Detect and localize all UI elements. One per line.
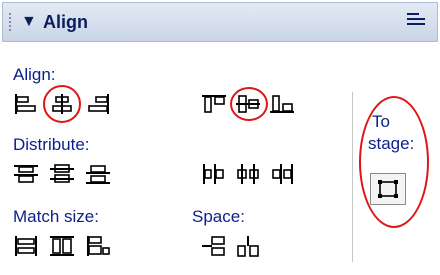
align-horizontal-center-button[interactable] xyxy=(48,92,76,116)
distribute-bottom-edge-button[interactable] xyxy=(84,162,112,186)
space-evenly-vertically-button[interactable] xyxy=(200,234,228,258)
panel-divider xyxy=(352,92,353,262)
align-top-edge-button[interactable] xyxy=(200,92,228,116)
panel-titlebar[interactable]: ▼ Align xyxy=(2,2,438,42)
distribute-vertical-center-button[interactable] xyxy=(48,162,76,186)
align-label: Align: xyxy=(13,65,56,84)
distribute-horizontal-center-button[interactable] xyxy=(234,162,262,186)
align-right-edge-button[interactable] xyxy=(84,92,112,116)
match-size-label: Match size: xyxy=(13,207,99,226)
match-height-button[interactable] xyxy=(48,234,76,258)
to-stage-label-line2: stage: xyxy=(368,134,415,153)
match-width-button[interactable] xyxy=(12,234,40,258)
distribute-label: Distribute: xyxy=(13,135,90,154)
align-bottom-edge-button[interactable] xyxy=(268,92,296,116)
panel-options-menu-icon[interactable] xyxy=(407,13,427,31)
align-left-edge-button[interactable] xyxy=(12,92,40,116)
to-stage-label-line1: To xyxy=(372,112,390,131)
collapse-arrow-icon[interactable]: ▼ xyxy=(21,13,37,31)
space-evenly-horizontally-button[interactable] xyxy=(234,234,262,258)
panel-title: Align xyxy=(43,12,88,32)
distribute-top-edge-button[interactable] xyxy=(12,162,40,186)
drag-grip-icon[interactable] xyxy=(9,13,17,31)
distribute-right-edge-button[interactable] xyxy=(268,162,296,186)
match-width-and-height-button[interactable] xyxy=(84,234,112,258)
align-vertical-center-button[interactable] xyxy=(234,92,262,116)
stage-bounds-icon xyxy=(378,180,398,198)
to-stage-toggle-button[interactable] xyxy=(370,173,406,205)
space-label: Space: xyxy=(192,207,245,226)
distribute-left-edge-button[interactable] xyxy=(200,162,228,186)
